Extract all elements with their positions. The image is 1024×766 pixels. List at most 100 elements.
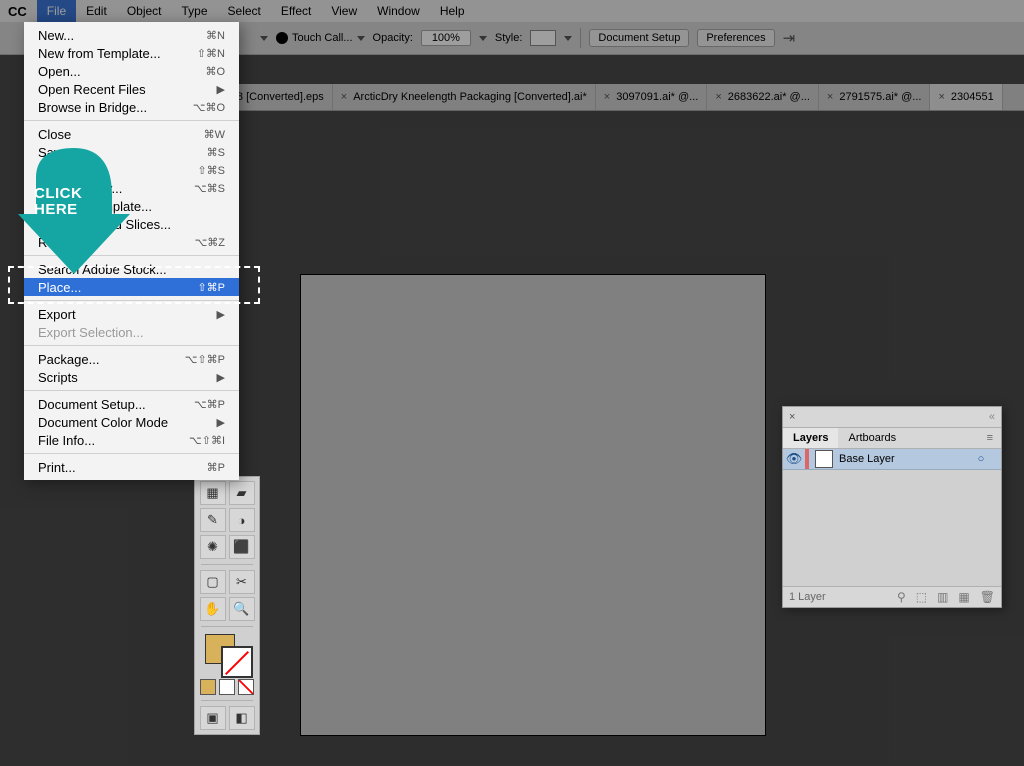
close-icon[interactable]: × [938,91,944,103]
tool-blend[interactable]: ◑ [229,508,255,532]
menu-type[interactable]: Type [172,0,218,22]
tab-label: 2791575.ai* @... [839,91,921,103]
tab-label: 3097091.ai* @... [616,91,698,103]
align-icon[interactable]: ⇥ [783,29,796,47]
menu-item-open-recent-files[interactable]: Open Recent Files▶ [24,80,239,98]
menu-item-label: Scripts [38,370,78,385]
menu-view[interactable]: View [321,0,367,22]
none-mode-icon[interactable] [238,679,254,695]
close-icon[interactable]: × [827,91,833,103]
close-icon[interactable]: × [715,91,721,103]
visibility-icon[interactable]: 👁 [783,451,805,467]
tool-artboard[interactable]: ▢ [200,570,226,594]
menu-item-label: File Info... [38,433,95,448]
menu-item-export-selection: Export Selection... [24,323,239,341]
panel-menu-icon[interactable]: ≡ [979,428,1001,448]
tab-label: ArcticDry Kneelength Packaging [Converte… [353,91,587,103]
menu-item-close[interactable]: Close⌘W [24,125,239,143]
menu-item-label: Print... [38,460,76,475]
menu-file[interactable]: File [37,0,76,22]
menu-item-open[interactable]: Open...⌘O [24,62,239,80]
new-sublayer-icon[interactable]: ▥ [937,590,948,604]
menu-item-new-from-template[interactable]: New from Template... ⇧⌘N [24,44,239,62]
tab-artboards[interactable]: Artboards [838,428,906,448]
menu-item-scripts[interactable]: Scripts▶ [24,368,239,386]
delete-icon[interactable]: 🗑 [980,590,995,604]
close-icon[interactable]: × [604,91,610,103]
opacity-input[interactable]: 100% [421,30,471,46]
layer-row[interactable]: 👁 Base Layer ○ [783,449,1001,470]
gradient-mode-icon[interactable] [219,679,235,695]
menu-effect[interactable]: Effect [271,0,321,22]
menu-item-document-setup[interactable]: Document Setup...⌥⌘P [24,395,239,413]
tool-eyedropper[interactable]: ✎ [200,508,226,532]
doc-tab[interactable]: × 2683622.ai* @... [707,84,819,110]
document-setup-button[interactable]: Document Setup [589,29,689,47]
chevron-down-icon [357,36,365,41]
menu-item-shortcut: ⌥⌘P [194,398,225,411]
tab-label: 2304551 [951,91,994,103]
tool-hand[interactable]: ✋ [200,597,226,621]
stroke-swatch[interactable] [221,646,253,678]
menu-item-shortcut: ⌘S [207,146,225,159]
stroke-dropdown[interactable]: Touch Call... [276,32,365,44]
menu-help[interactable]: Help [430,0,475,22]
menu-item-print[interactable]: Print...⌘P [24,458,239,476]
menu-item-shortcut: ⌥⌘O [193,101,225,114]
tool-zoom[interactable]: 🔍 [229,597,255,621]
style-swatch[interactable] [530,30,556,46]
target-icon[interactable]: ○ [971,453,991,465]
stroke-dropdown-label: Touch Call... [292,32,353,44]
layer-name[interactable]: Base Layer [839,453,971,465]
menu-item-package[interactable]: Package...⌥⇧⌘P [24,350,239,368]
close-icon[interactable]: × [341,91,347,103]
artboard[interactable] [300,274,766,736]
menu-item-export[interactable]: Export▶ [24,305,239,323]
locate-icon[interactable]: ⚲ [897,590,906,604]
menu-window[interactable]: Window [367,0,430,22]
menu-item-shortcut: ⇧⌘N [197,47,225,60]
menu-edit[interactable]: Edit [76,0,117,22]
tool-gradient[interactable]: ▰ [229,481,255,505]
clip-mask-icon[interactable]: ⬚ [916,590,927,604]
fill-stroke-control[interactable] [203,632,251,676]
menu-item-shortcut: ⌘W [204,128,225,141]
menu-object[interactable]: Object [117,0,172,22]
annotation-text: CLICKHERE [34,186,82,218]
tab-label: 2683622.ai* @... [728,91,810,103]
tool-slice[interactable]: ✂ [229,570,255,594]
menu-select[interactable]: Select [218,0,271,22]
doc-tab[interactable]: × 2791575.ai* @... [819,84,931,110]
preferences-button[interactable]: Preferences [697,29,774,47]
close-icon[interactable]: × [789,411,795,423]
menu-item-file-info[interactable]: File Info... ⌥⇧⌘I [24,431,239,449]
chevron-down-icon[interactable] [260,36,268,41]
menu-item-label: Place... [38,280,81,295]
menu-item-label: New from Template... [38,46,161,61]
divider [201,626,253,627]
menu-item-place[interactable]: Place...⇧⌘P [24,278,239,296]
menu-item-document-color-mode[interactable]: Document Color Mode▶ [24,413,239,431]
menu-separator [24,300,239,301]
doc-tab[interactable]: × 3097091.ai* @... [596,84,708,110]
menu-item-shortcut: ⇧⌘S [197,164,225,177]
new-layer-icon[interactable]: ▦ [958,590,969,604]
screen-mode[interactable]: ▣ [200,706,226,730]
menu-item-shortcut: ⌥⇧⌘I [189,434,225,447]
menu-item-label: Browse in Bridge... [38,100,147,115]
doc-tab[interactable]: × ArcticDry Kneelength Packaging [Convert… [333,84,596,110]
tool-symbol-sprayer[interactable]: ✺ [200,535,226,559]
tool-mesh[interactable]: ▦ [200,481,226,505]
menu-item-label: Open Recent Files [38,82,146,97]
menu-item-new[interactable]: New...⌘N [24,26,239,44]
collapse-icon[interactable]: « [989,411,995,423]
chevron-down-icon[interactable] [564,36,572,41]
doc-tab[interactable]: × 2304551 [930,84,1002,110]
opacity-flyout-icon[interactable] [479,36,487,41]
screen-mode-alt[interactable]: ◧ [229,706,255,730]
tool-graph[interactable]: ⬛ [229,535,255,559]
divider [201,564,253,565]
menu-item-browse-in-bridge[interactable]: Browse in Bridge... ⌥⌘O [24,98,239,116]
color-mode-icon[interactable] [200,679,216,695]
tab-layers[interactable]: Layers [783,428,838,448]
